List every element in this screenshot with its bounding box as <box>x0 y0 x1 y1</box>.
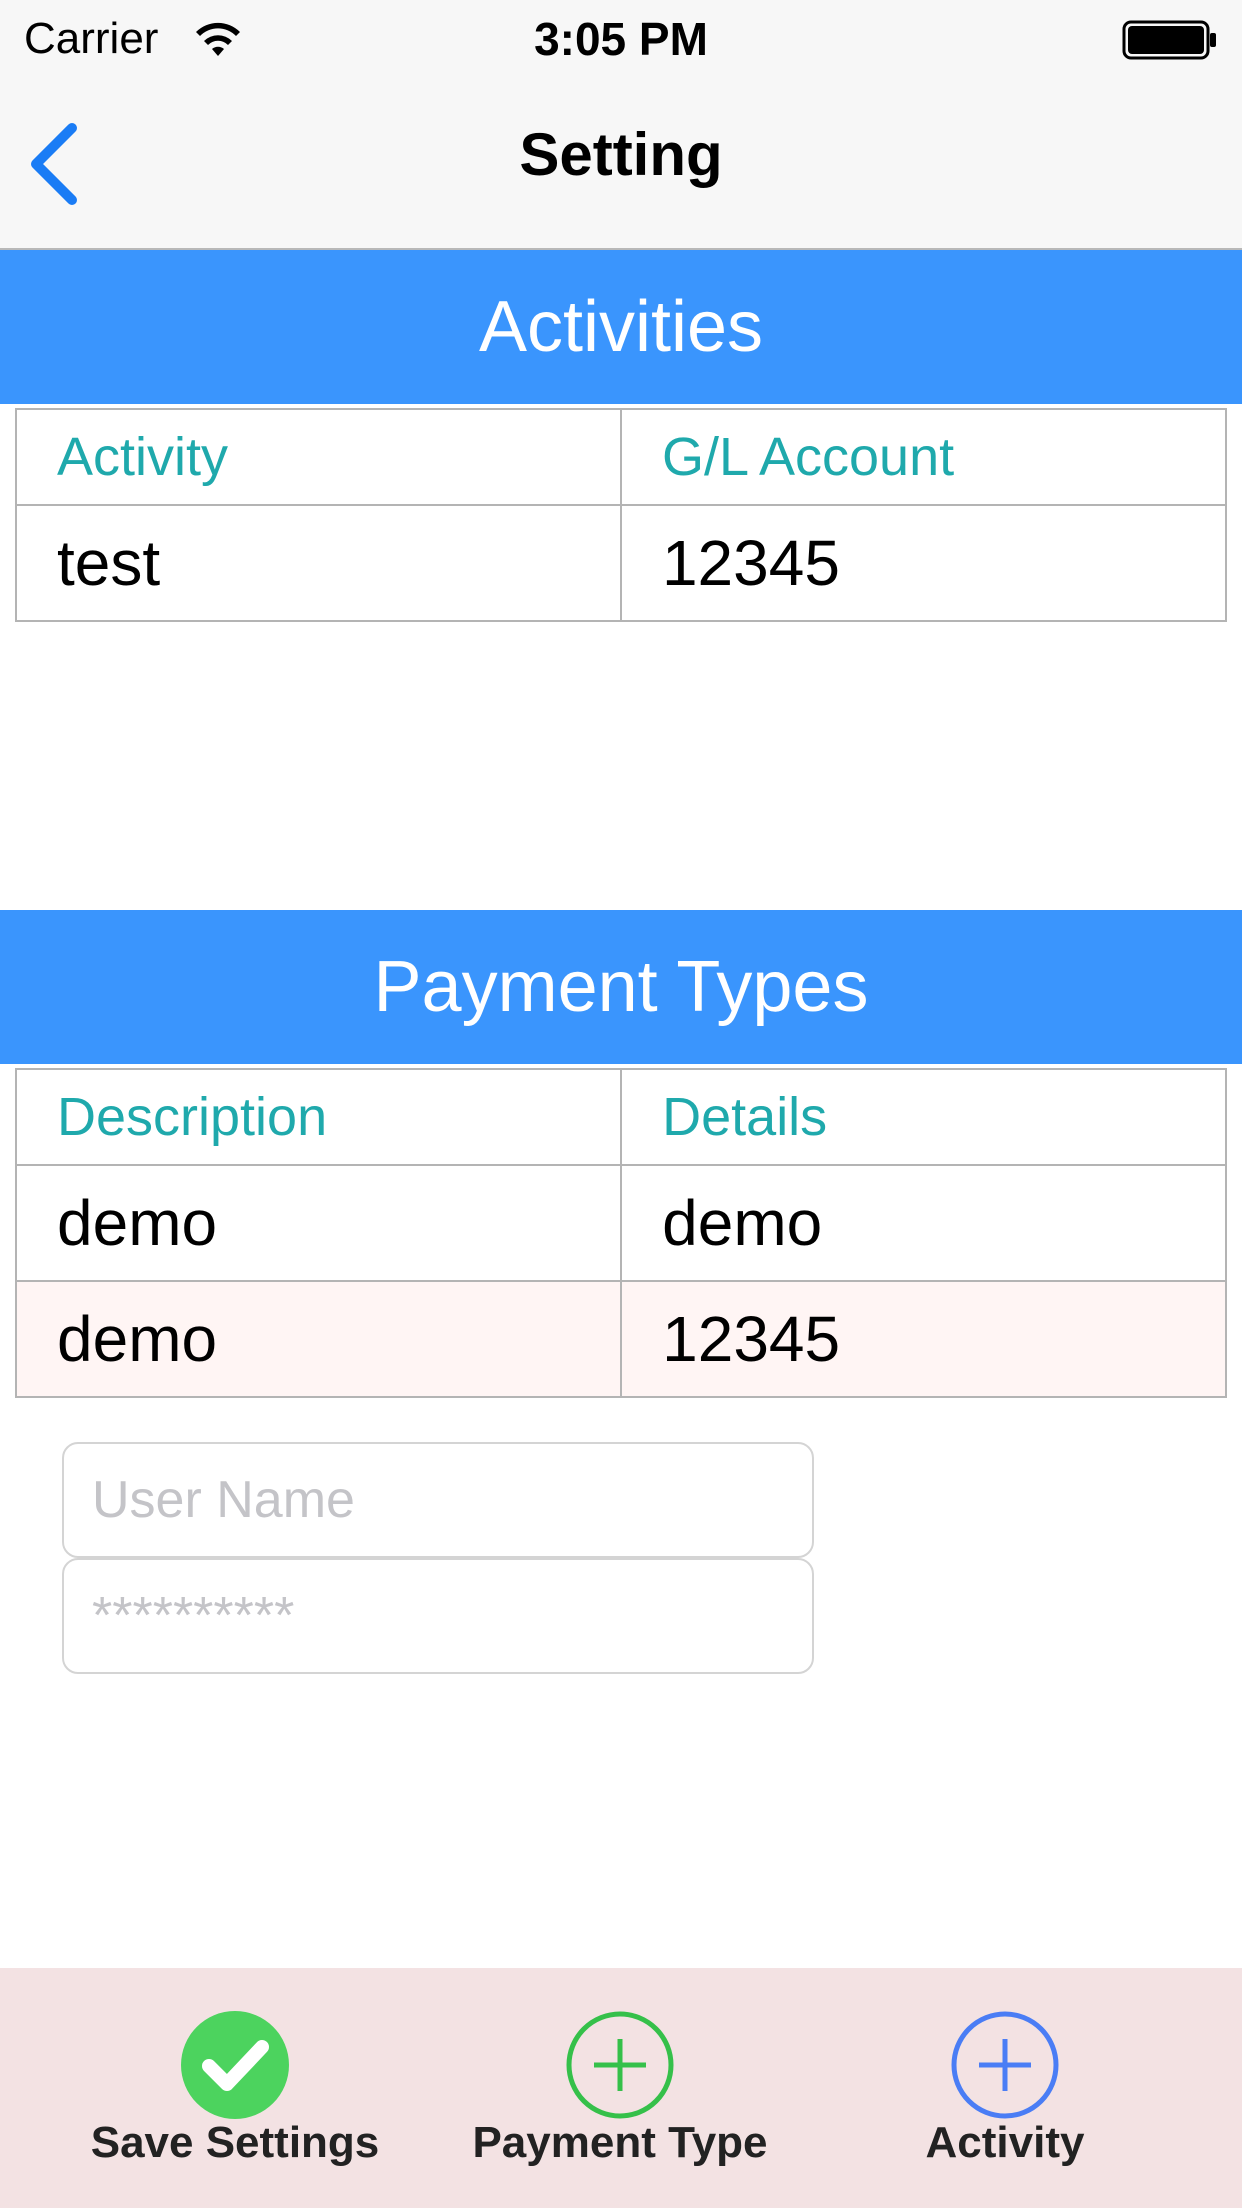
column-header-details: Details <box>620 1068 1227 1166</box>
bottom-toolbar: Save Settings Payment Type Activity <box>0 1968 1242 2208</box>
page-title: Setting <box>519 121 723 188</box>
payment-type-label: Payment Type <box>472 2118 768 2167</box>
activities-table: Activity G/L Account test 12345 <box>15 408 1228 622</box>
payment-types-table: Description Details demo demo demo 12345 <box>14 1068 1227 1398</box>
battery-icon <box>1122 20 1216 60</box>
navigation-bar: Setting <box>0 80 1242 250</box>
save-settings-label: Save Settings <box>90 2118 380 2167</box>
save-settings-button[interactable]: Save Settings <box>80 1968 390 2208</box>
table-cell: 12345 <box>620 1280 1227 1398</box>
column-header-gl-account: G/L Account <box>619 408 1228 506</box>
plus-circle-icon <box>951 2011 1059 2119</box>
table-header-row: Description Details <box>14 1068 1227 1166</box>
username-input[interactable] <box>62 1442 814 1558</box>
table-cell: 12345 <box>619 504 1228 622</box>
plus-circle-icon <box>566 2011 674 2119</box>
column-header-description: Description <box>14 1068 623 1166</box>
password-input[interactable] <box>62 1558 814 1674</box>
table-row[interactable]: test 12345 <box>15 504 1228 622</box>
table-header-row: Activity G/L Account <box>15 408 1228 506</box>
status-bar: Carrier 3:05 PM <box>0 0 1242 80</box>
table-cell: demo <box>14 1164 623 1282</box>
column-header-activity: Activity <box>15 408 622 506</box>
payment-types-section-header: Payment Types <box>0 910 1242 1064</box>
activities-section-header: Activities <box>0 250 1242 404</box>
add-activity-button[interactable]: Activity <box>905 1968 1105 2208</box>
table-cell: demo <box>14 1280 623 1398</box>
clock: 3:05 PM <box>534 13 708 65</box>
table-row[interactable]: demo demo <box>14 1164 1227 1282</box>
table-cell: demo <box>620 1164 1227 1282</box>
check-circle-icon <box>181 2011 289 2119</box>
add-payment-type-button[interactable]: Payment Type <box>460 1968 780 2208</box>
table-cell: test <box>15 504 622 622</box>
table-row[interactable]: demo 12345 <box>14 1280 1227 1398</box>
activity-label: Activity <box>925 2118 1085 2167</box>
